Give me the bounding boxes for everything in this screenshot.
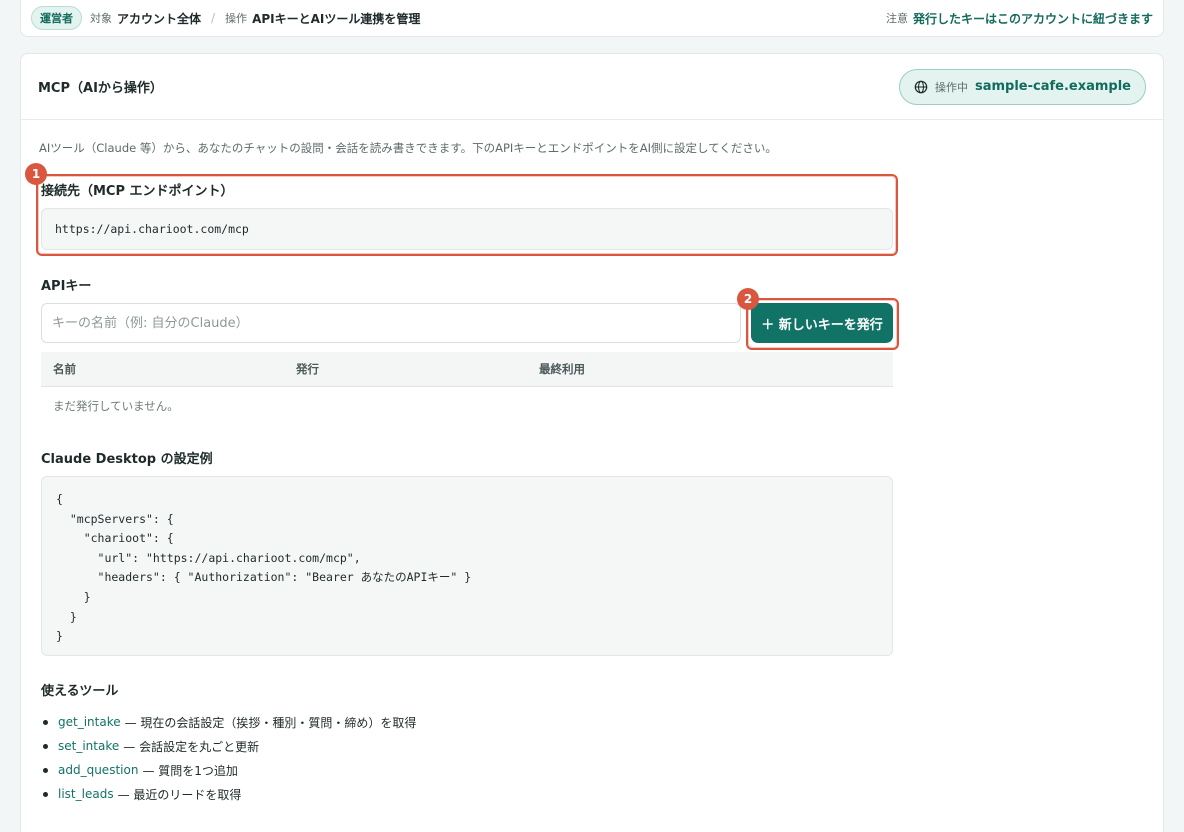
card-header: MCP（AIから操作） 操作中 sample-cafe.example (21, 54, 1163, 120)
bullet (43, 719, 48, 725)
card-title: MCP（AIから操作） (38, 81, 163, 96)
endpoint-url-text: https://api.charioot.com/mcp (55, 222, 249, 236)
endpoint-url[interactable]: https://api.charioot.com/mcp (41, 208, 893, 250)
list-item: get_intake — 現在の会話設定（挨拶・種別・質問・締め）を取得 (41, 710, 416, 734)
breadcrumb-separator: / (211, 11, 216, 25)
list-item: add_question — 質問を1つ追加 (41, 758, 416, 782)
target-value: アカウント全体 (117, 11, 202, 26)
tool-name: set_intake (58, 739, 120, 753)
mcp-card: MCP（AIから操作） 操作中 sample-cafe.example AIツー… (20, 53, 1164, 832)
api-keys-table: 名前 発行 最終利用 まだ発行していません。 (41, 352, 893, 425)
tool-description: — 会話設定を丸ごと更新 (123, 739, 260, 754)
active-site-value: sample-cafe.example (974, 79, 1131, 94)
operation-label: 操作 (225, 12, 248, 25)
list-item: set_intake — 会話設定を丸ごと更新 (41, 734, 416, 758)
operation-value: APIキーとAIツール連携を管理 (252, 11, 421, 26)
role-badge: 運営者 (31, 6, 82, 30)
tool-description: — 最近のリードを取得 (117, 787, 242, 802)
tool-name: add_question (58, 763, 139, 777)
tools-list: get_intake — 現在の会話設定（挨拶・種別・質問・締め）を取得 set_… (41, 710, 416, 806)
active-label: 操作中 (934, 80, 968, 94)
endpoint-label: 接続先（MCP エンドポイント） (41, 184, 234, 199)
tool-description: — 現在の会話設定（挨拶・種別・質問・締め）を取得 (124, 715, 417, 730)
note: 注意 発行したキーはこのアカウントに紐づきます (886, 10, 1153, 27)
key-name-input[interactable] (41, 303, 741, 343)
empty-state: まだ発行していません。 (53, 399, 179, 413)
context-bar: 運営者 対象 アカウント全体 / 操作 APIキーとAIツール連携を管理 注意 … (20, 0, 1164, 37)
list-item: list_leads — 最近のリードを取得 (41, 782, 416, 806)
bullet (43, 791, 48, 797)
note-value: 発行したキーはこのアカウントに紐づきます (912, 11, 1153, 26)
tool-description: — 質問を1つ追加 (142, 763, 238, 778)
bullet (43, 743, 48, 749)
tool-name: get_intake (58, 715, 121, 729)
target-label: 対象 (90, 12, 112, 25)
tools-title: 使えるツール (41, 684, 119, 699)
globe-icon (914, 80, 928, 93)
active-site-pill[interactable]: 操作中 sample-cafe.example (898, 68, 1146, 105)
config-example-title: Claude Desktop の設定例 (41, 452, 213, 467)
table-header: 名前 発行 最終利用 (41, 352, 893, 387)
config-code-block[interactable]: { "mcpServers": { "charioot": { "url": "… (41, 476, 893, 656)
bullet (43, 767, 48, 773)
note-label: 注意 (885, 12, 908, 25)
intro-text: AIツール（Claude 等）から、あなたのチャットの設問・会話を読み書きできま… (39, 141, 777, 155)
tool-name: list_leads (58, 787, 114, 801)
column-header-name: 名前 (53, 362, 76, 376)
step-marker-2: 2 (737, 288, 759, 310)
column-header-issued: 発行 (296, 362, 319, 376)
issue-key-button[interactable]: ＋ 新しいキーを発行 (751, 303, 893, 343)
column-header-last-used: 最終利用 (539, 362, 585, 376)
api-key-label: APIキー (41, 279, 92, 294)
